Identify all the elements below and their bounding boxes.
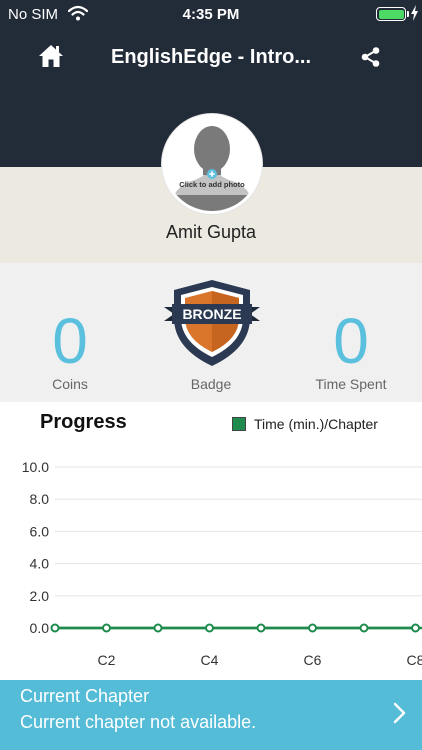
x-tick-label: C2 [98,652,116,668]
y-tick-label: 0.0 [30,620,50,636]
chart-legend: Time (min.)/Chapter [232,416,378,432]
status-time: 4:35 PM [182,6,240,23]
bronze-badge-icon: BRONZE [164,278,260,375]
data-point [411,623,420,633]
page-title: EnglishEdge - Intro... [111,46,311,68]
current-chapter-text: Current chapter not available. [20,712,257,732]
coins-label: Coins [52,376,88,392]
home-icon[interactable] [38,43,64,74]
time-spent-label: Time Spent [315,376,387,392]
profile-name: Amit Gupta [165,222,257,242]
coins-value: 0 [52,305,88,377]
data-point [50,623,60,633]
x-tick-label: C4 [201,652,219,668]
stats-panel: 0 Coins BRONZE Badge 0 Time Spent [0,263,422,402]
badge-text: BRONZE [182,306,241,322]
data-point [102,623,111,633]
avatar[interactable]: Click to add photo [162,114,262,214]
data-point [153,623,163,633]
data-point [308,623,317,633]
battery-icon [376,7,406,21]
status-bar: No SIM 4:35 PM [0,0,422,30]
charging-bolt-icon [410,5,419,25]
progress-chart: 10.0 8.0 6.0 4.0 2.0 0.0 C2 C4 C6 C8 [22,459,422,668]
battery-cap [407,11,409,17]
y-tick-label: 4.0 [30,556,50,572]
data-point [256,623,266,633]
data-point [205,623,214,633]
share-icon[interactable] [360,46,382,73]
data-point [359,623,369,633]
time-spent-value: 0 [333,305,369,377]
current-chapter-bar[interactable]: Current Chapter Current chapter not avai… [0,680,422,750]
y-tick-label: 8.0 [30,491,50,507]
current-chapter-title: Current Chapter [20,686,150,706]
legend-label: Time (min.)/Chapter [254,416,378,432]
y-tick-label: 6.0 [30,523,50,539]
badge-label: Badge [190,376,232,392]
y-tick-label: 2.0 [30,588,50,604]
x-tick-label: C6 [304,652,322,668]
y-tick-label: 10.0 [22,459,49,475]
legend-swatch [232,417,246,431]
x-tick-label: C8 [407,652,422,668]
chevron-right-icon[interactable] [392,702,408,729]
progress-title: Progress [40,411,127,433]
avatar-caption: Click to add photo [179,180,245,189]
